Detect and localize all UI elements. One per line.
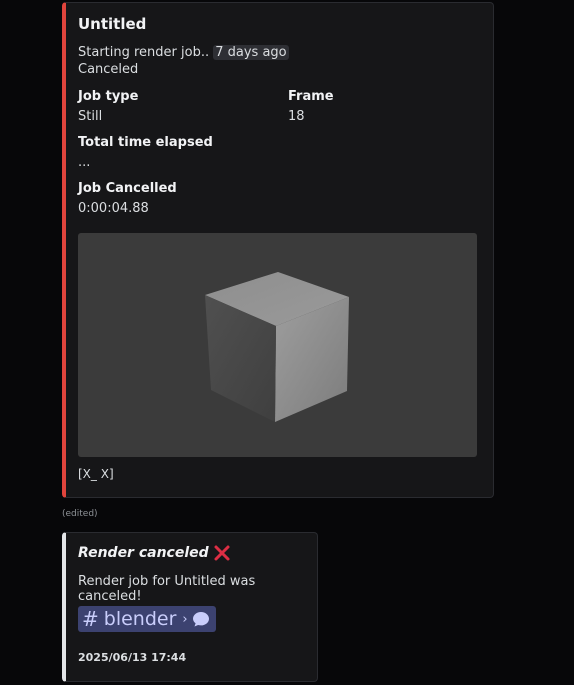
render-canceled-embed: Render canceled Render job for Untitled … — [62, 532, 318, 682]
render-status-embed: Untitled Starting render job.. 7 days ag… — [62, 2, 494, 498]
channel-mention-blender[interactable]: # blender › — [78, 606, 216, 632]
embed-footer: [X_ X] — [78, 467, 114, 481]
channel-name: blender — [103, 608, 177, 630]
status-text: Canceled — [78, 62, 139, 77]
embed-title-text: Render canceled — [78, 545, 209, 561]
field-cancelled-value: 0:00:04.88 — [78, 201, 149, 216]
hash-icon: # — [82, 607, 99, 631]
speech-bubble-icon — [192, 612, 209, 627]
embed-footer-timestamp: 2025/06/13 17:44 — [78, 651, 187, 664]
embed-description: Render job for Untitled was canceled! — [78, 574, 256, 604]
chat-view: Untitled Starting render job.. 7 days ag… — [0, 0, 574, 685]
embed-description: Starting render job.. 7 days ago — [78, 44, 289, 62]
field-frame-value: 18 — [288, 109, 305, 124]
cross-mark-icon — [214, 545, 230, 561]
render-preview-image[interactable] — [78, 233, 477, 457]
relative-timestamp[interactable]: 7 days ago — [213, 45, 289, 60]
field-elapsed-name: Total time elapsed — [78, 135, 213, 150]
field-job-type-value: Still — [78, 109, 103, 124]
field-job-type-name: Job type — [78, 89, 139, 104]
field-frame-name: Frame — [288, 89, 334, 104]
embed-title: Render canceled — [78, 544, 231, 562]
field-cancelled-name: Job Cancelled — [78, 181, 177, 196]
field-elapsed-value: ... — [78, 155, 91, 170]
edited-label: (edited) — [62, 509, 98, 519]
description-text: Starting render job.. — [78, 45, 214, 60]
embed-title: Untitled — [78, 15, 147, 33]
chevron-right-icon: › — [182, 611, 188, 627]
cube-icon — [205, 272, 349, 422]
